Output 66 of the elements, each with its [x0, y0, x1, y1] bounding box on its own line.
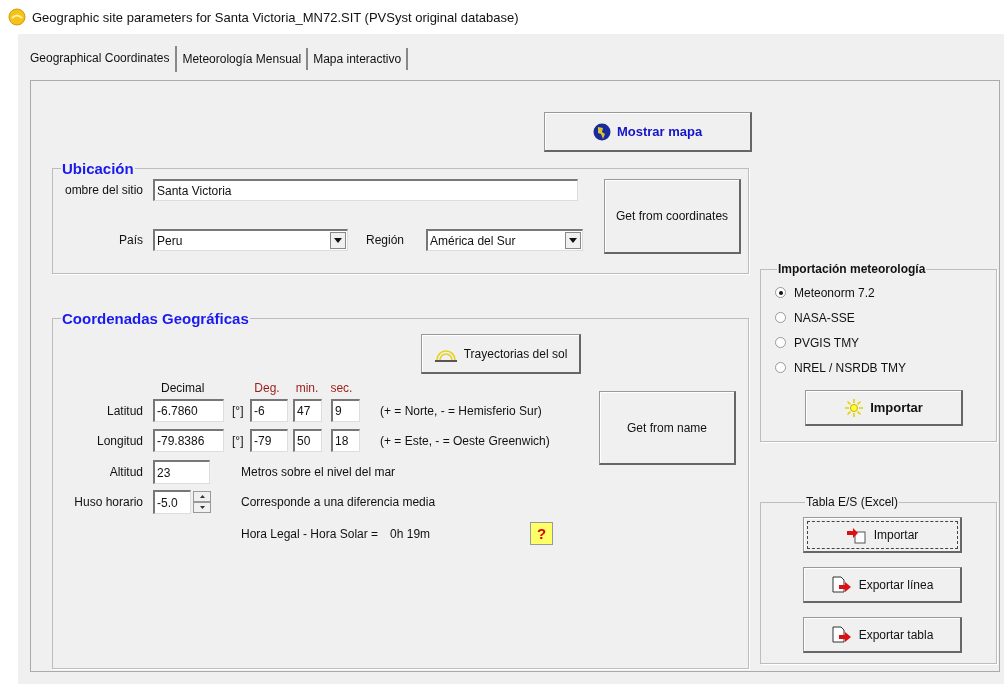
field-label: ombre del sitio	[63, 183, 143, 197]
export-button[interactable]: Exportar línea	[803, 567, 962, 603]
radio-option[interactable]: PVGIS TMY	[775, 330, 996, 355]
export-icon	[830, 625, 853, 644]
degrees-field[interactable]: -6	[250, 399, 288, 422]
caret-icon	[334, 238, 342, 243]
get-from-coordinates-button[interactable]: Get from coordinates	[604, 179, 742, 254]
radio-button[interactable]	[775, 362, 786, 373]
hint-text: (+ = Norte, - = Hemisferio Sur)	[380, 403, 542, 418]
radio-button[interactable]	[775, 337, 786, 348]
group-title: Importación meteorología	[777, 262, 927, 276]
app-icon	[8, 8, 26, 26]
minutes-field[interactable]: 47	[293, 399, 322, 422]
field-label: País	[118, 233, 143, 247]
site-name-field[interactable]: Santa Victoria	[153, 179, 578, 201]
field-label: Latitud	[105, 403, 143, 418]
column-header: Decimal	[161, 381, 205, 395]
column-header: sec.	[330, 381, 353, 395]
spin-up-button[interactable]	[193, 491, 211, 502]
show-map-button[interactable]: Mostrar mapa	[544, 112, 752, 152]
field-label: Huso horario	[73, 495, 143, 509]
altitude-field[interactable]: 23	[153, 460, 210, 484]
up-arrow-icon	[199, 495, 205, 498]
import-button[interactable]: Importar	[805, 390, 963, 426]
region-dropdown[interactable]: América del Sur	[426, 229, 584, 251]
unit-label: [°]	[232, 403, 245, 418]
country-dropdown[interactable]: Peru	[153, 229, 348, 251]
field-label: Hora Legal - Hora Solar =	[241, 526, 379, 541]
group-title: Tabla E/S (Excel)	[805, 495, 900, 509]
field-label: Región	[366, 233, 405, 247]
time-value: 0h 19m	[390, 526, 431, 541]
window-title: Geographic site parameters for Santa Victoria_MN72.SIT (PVSyst original database)	[32, 9, 519, 25]
radio-button[interactable]	[775, 287, 786, 298]
radio-option[interactable]: NREL / NSRDB TMY	[775, 355, 996, 380]
group-title: Coordenadas Geográficas	[61, 310, 250, 327]
decimal-field[interactable]: -79.8386	[153, 429, 224, 452]
import-button[interactable]: Importar	[803, 517, 962, 553]
down-arrow-icon	[199, 506, 205, 509]
radio-button[interactable]	[775, 312, 786, 323]
hint-text: (+ = Este, - = Oeste Greenwich)	[380, 433, 550, 448]
help-button[interactable]: ?	[530, 522, 554, 545]
timezone-field[interactable]: -5.0	[153, 490, 191, 514]
get-from-name-button[interactable]: Get from name	[599, 391, 736, 465]
radio-option[interactable]: Meteonorm 7.2	[775, 280, 996, 305]
field-label: Altitud	[108, 465, 143, 479]
group-title: Ubicación	[61, 160, 135, 177]
sun-icon	[844, 397, 865, 418]
seconds-field[interactable]: 9	[331, 399, 360, 422]
caret-icon	[569, 238, 578, 243]
import-icon	[845, 525, 868, 544]
radio-option[interactable]: NASA-SSE	[775, 305, 996, 330]
column-header: Deg.	[254, 381, 280, 395]
export-icon	[830, 575, 853, 594]
hint-text: Metros sobre el nivel del mar	[241, 465, 396, 479]
hint-text: Corresponde a una diferencia media	[241, 495, 436, 509]
degrees-field[interactable]: -79	[250, 429, 288, 452]
field-label: Longitud	[95, 433, 143, 448]
decimal-field[interactable]: -6.7860	[153, 399, 224, 422]
globe-icon	[592, 122, 611, 141]
seconds-field[interactable]: 18	[331, 429, 360, 452]
spin-down-button[interactable]	[193, 502, 211, 513]
sun-paths-button[interactable]: Trayectorias del sol	[421, 334, 581, 374]
column-header: min.	[295, 381, 319, 395]
minutes-field[interactable]: 50	[293, 429, 322, 452]
unit-label: [°]	[232, 433, 245, 448]
export-button[interactable]: Exportar tabla	[803, 617, 962, 653]
